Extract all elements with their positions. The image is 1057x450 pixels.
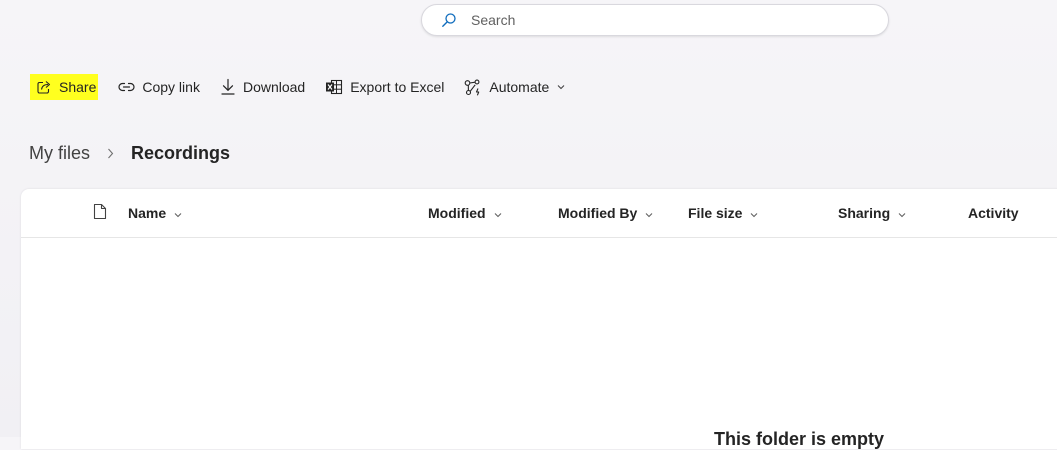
column-modified-label: Modified xyxy=(428,205,486,221)
column-header-sharing[interactable]: Sharing xyxy=(838,189,906,237)
breadcrumb: My files Recordings xyxy=(29,143,230,164)
breadcrumb-my-files[interactable]: My files xyxy=(29,143,90,164)
download-button[interactable]: Download xyxy=(220,72,305,102)
automate-button[interactable]: Automate xyxy=(464,72,565,102)
search-input[interactable] xyxy=(469,11,853,29)
share-icon xyxy=(36,79,52,95)
export-to-excel-button[interactable]: Export to Excel xyxy=(325,72,444,102)
share-button[interactable]: Share xyxy=(30,74,99,100)
column-header-file-size[interactable]: File size xyxy=(688,189,758,237)
excel-icon xyxy=(325,79,343,95)
search-icon xyxy=(440,11,458,29)
column-header-name[interactable]: Name xyxy=(128,189,182,237)
chevron-down-icon xyxy=(645,205,653,221)
column-header-row: Name Modified Modified By File size Shar xyxy=(21,189,1057,238)
column-sharing-label: Sharing xyxy=(838,205,891,221)
column-file-size-label: File size xyxy=(688,205,743,221)
copy-link-label: Copy link xyxy=(142,79,200,95)
chevron-down-icon xyxy=(494,205,502,221)
automate-icon xyxy=(464,79,482,96)
column-name-label: Name xyxy=(128,205,167,221)
file-list: Name Modified Modified By File size Shar xyxy=(21,189,1057,449)
chevron-down-icon xyxy=(174,205,182,221)
chevron-right-icon xyxy=(107,148,114,159)
chevron-down-icon xyxy=(557,84,565,90)
chevron-down-icon xyxy=(898,205,906,221)
download-icon xyxy=(220,78,236,96)
chevron-down-icon xyxy=(750,205,758,221)
export-to-excel-label: Export to Excel xyxy=(350,79,445,95)
automate-label: Automate xyxy=(489,79,550,95)
column-header-modified[interactable]: Modified xyxy=(428,189,502,237)
column-modified-by-label: Modified By xyxy=(558,205,638,221)
column-header-modified-by[interactable]: Modified By xyxy=(558,189,653,237)
download-label: Download xyxy=(242,79,306,95)
empty-folder-message: This folder is empty xyxy=(714,429,885,449)
command-bar: Share Copy link Download Export to Excel… xyxy=(30,72,565,102)
column-header-activity[interactable]: Activity xyxy=(968,189,1019,237)
search-box[interactable] xyxy=(421,4,889,36)
breadcrumb-current: Recordings xyxy=(131,143,231,163)
share-label: Share xyxy=(59,79,97,95)
file-type-icon xyxy=(93,203,107,223)
copy-link-button[interactable]: Copy link xyxy=(118,72,200,102)
file-type-column[interactable] xyxy=(91,189,109,237)
column-activity-label: Activity xyxy=(968,205,1019,221)
link-icon xyxy=(118,79,135,95)
